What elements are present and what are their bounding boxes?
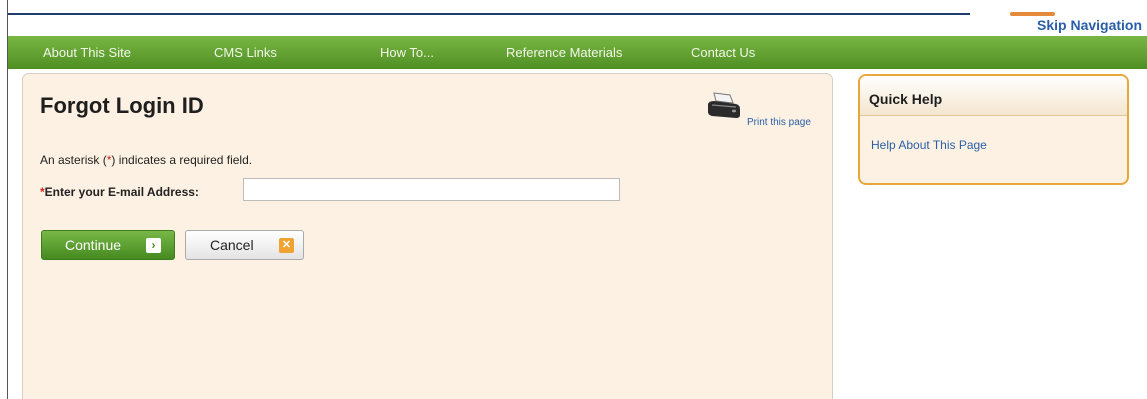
required-field-note: An asterisk (*) indicates a required fie… xyxy=(40,153,252,167)
nav-item-contact-us[interactable]: Contact Us xyxy=(691,45,755,60)
forgot-login-panel: Forgot Login ID Print this page An aster… xyxy=(22,73,833,399)
nav-item-reference-materials[interactable]: Reference Materials xyxy=(506,45,622,60)
help-about-page-link[interactable]: Help About This Page xyxy=(871,138,987,152)
page-title: Forgot Login ID xyxy=(40,93,204,118)
continue-button[interactable]: Continue › xyxy=(41,230,175,260)
email-label-text: Enter your E-mail Address: xyxy=(44,185,199,199)
email-address-input[interactable] xyxy=(243,178,620,201)
print-page-link[interactable]: Print this page xyxy=(747,117,811,128)
skip-navigation-link[interactable]: Skip Navigation xyxy=(1037,17,1147,33)
nav-item-how-to[interactable]: How To... xyxy=(380,45,434,60)
header-accent xyxy=(1010,12,1055,16)
arrow-right-icon: › xyxy=(146,238,161,253)
continue-button-label: Continue xyxy=(65,237,122,253)
header-rule xyxy=(8,13,970,15)
email-field-label: *Enter your E-mail Address: xyxy=(40,185,199,199)
main-navbar: About This Site CMS Links How To... Refe… xyxy=(8,36,1147,69)
quick-help-title: Quick Help xyxy=(869,91,943,107)
nav-item-about-this-site[interactable]: About This Site xyxy=(43,45,131,60)
nav-item-cms-links[interactable]: CMS Links xyxy=(214,45,277,60)
required-note-suffix: ) indicates a required field. xyxy=(111,153,253,167)
quick-help-panel: Quick Help Help About This Page xyxy=(858,74,1129,185)
cancel-button-label: Cancel xyxy=(210,237,254,253)
close-icon: ✕ xyxy=(279,238,294,253)
cancel-button[interactable]: Cancel ✕ xyxy=(185,230,304,260)
required-note-prefix: An asterisk ( xyxy=(40,153,107,167)
printer-icon[interactable] xyxy=(706,91,742,121)
